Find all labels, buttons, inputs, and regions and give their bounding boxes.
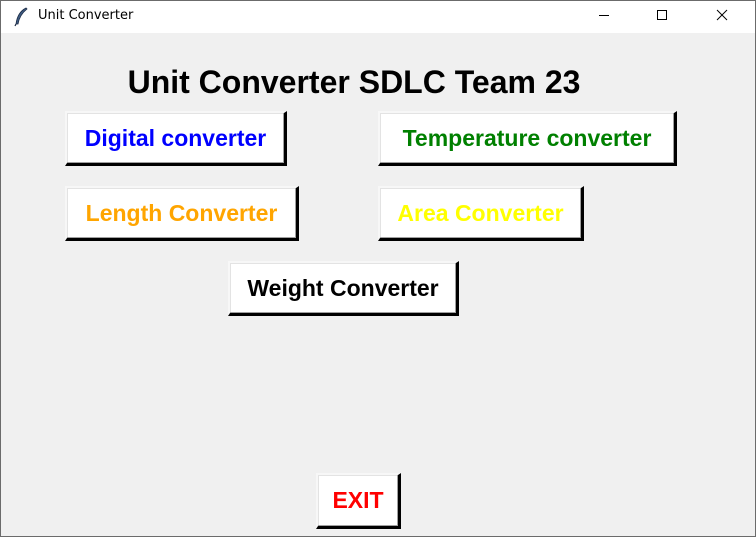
area-converter-button[interactable]: Area Converter — [378, 186, 584, 241]
maximize-button[interactable] — [639, 1, 685, 33]
title-bar[interactable]: Unit Converter — [1, 1, 755, 33]
minimize-button[interactable] — [581, 1, 627, 33]
temperature-converter-button[interactable]: Temperature converter — [378, 111, 677, 166]
exit-button[interactable]: EXIT — [316, 473, 401, 529]
weight-converter-button[interactable]: Weight Converter — [228, 261, 459, 316]
main-panel: Unit Converter SDLC Team 23 Digital conv… — [1, 33, 755, 536]
close-button[interactable] — [699, 1, 745, 33]
length-converter-button[interactable]: Length Converter — [65, 186, 299, 241]
page-title: Unit Converter SDLC Team 23 — [127, 64, 581, 100]
minimize-icon — [598, 8, 610, 26]
feather-icon — [13, 7, 29, 27]
app-window: Unit Converter Unit Converter SDLC Team … — [0, 0, 756, 537]
window-title: Unit Converter — [38, 8, 134, 23]
close-icon — [716, 8, 728, 26]
maximize-icon — [656, 8, 668, 26]
digital-converter-button[interactable]: Digital converter — [65, 111, 287, 166]
